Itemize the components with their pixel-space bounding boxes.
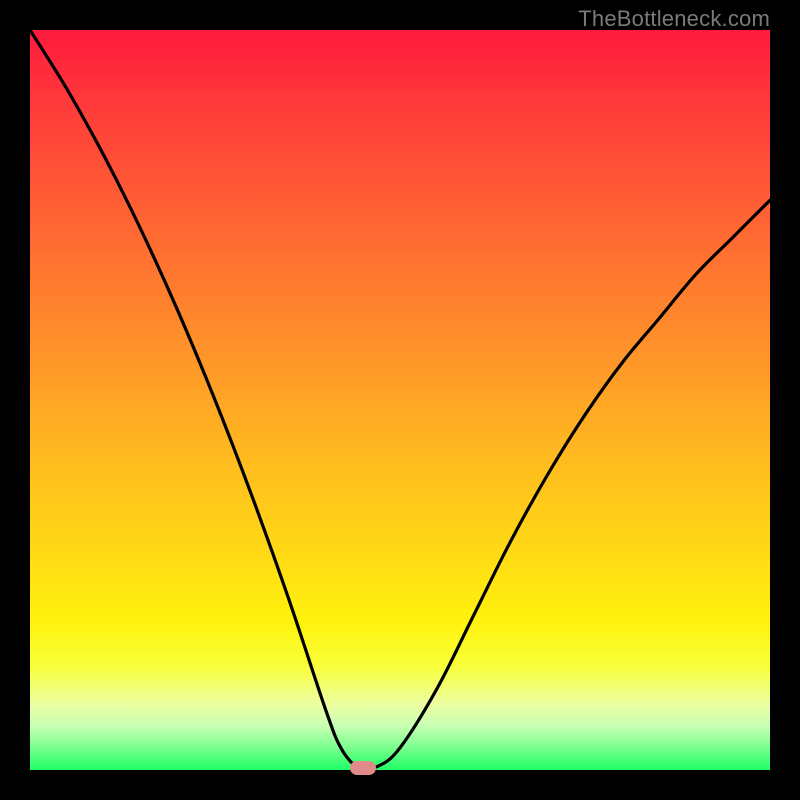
bottleneck-curve: [30, 30, 770, 770]
optimal-marker: [350, 761, 376, 775]
plot-area: [30, 30, 770, 770]
curve-path: [30, 30, 770, 768]
chart-frame: TheBottleneck.com: [0, 0, 800, 800]
watermark-text: TheBottleneck.com: [578, 6, 770, 32]
